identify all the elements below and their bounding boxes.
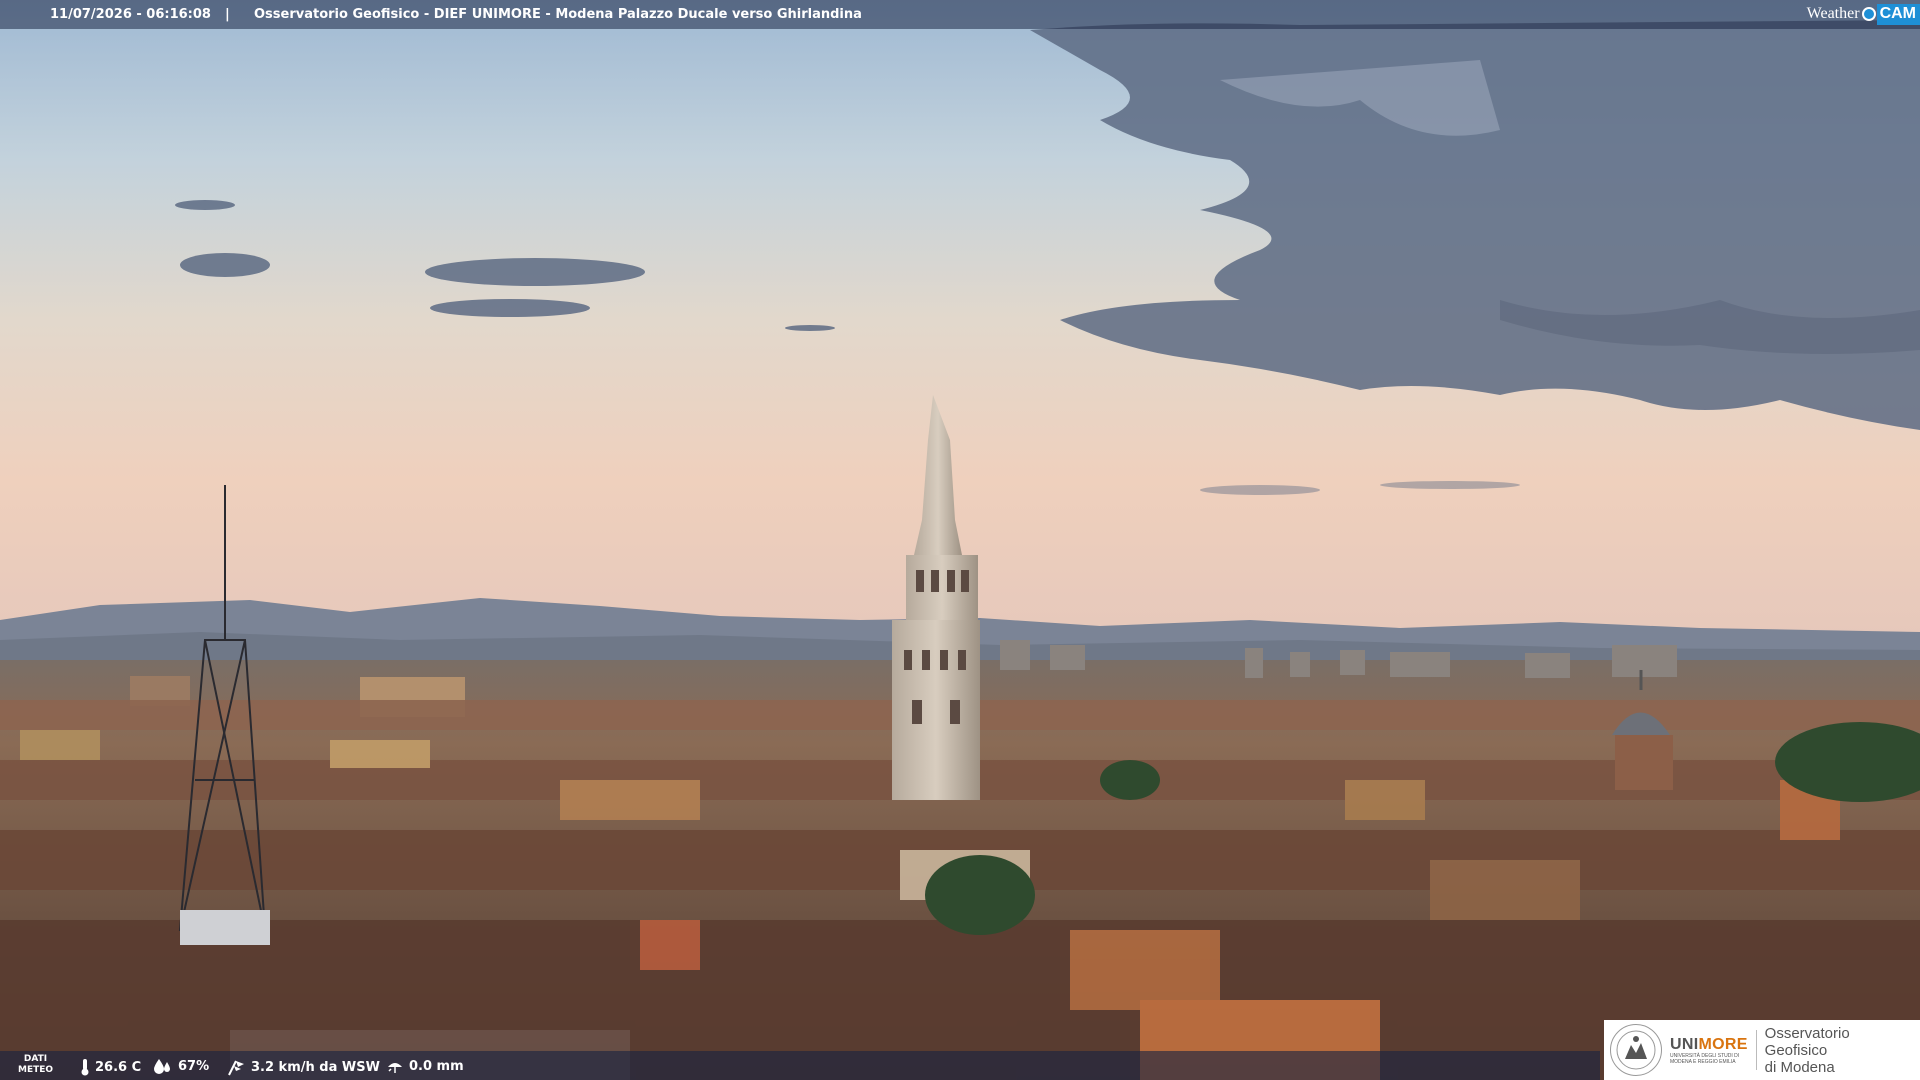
wind-reading: 3.2 km/h da WSW [226,1058,380,1076]
unimore-prefix: UNI [1670,1035,1699,1053]
meteo-overlay-bar: DATI METEO 26.6 C 67% 3.2 km/h da WSW 0.… [0,1051,1600,1080]
logo-divider [1755,1030,1757,1070]
brand-cam: CAM [1876,3,1920,25]
temperature-reading: 26.6 C [80,1058,141,1076]
title-separator: | [225,7,230,22]
top-overlay-bar: 11/07/2026 - 06:16:08 | Osservatorio Geo… [0,0,1920,29]
unimore-logo-panel: UNIMORE UNIVERSITÀ DEGLI STUDI DI MODENA… [1604,1020,1920,1080]
timestamp: 11/07/2026 - 06:16:08 [50,7,211,22]
wind-value: 3.2 km/h da WSW [251,1059,380,1075]
unimore-suffix: MORE [1698,1035,1748,1053]
camera-title: Osservatorio Geofisico - DIEF UNIMORE - … [254,7,862,22]
meteo-label-line1: DATI [23,1054,48,1064]
weathercam-logo: Weather CAM [1807,2,1920,26]
webcam-scene [0,0,1920,1080]
droplet-icon [154,1059,170,1074]
unimore-sub-2: MODENA E REGGIO EMILIA [1670,1058,1736,1065]
unimore-text: UNIMORE UNIVERSITÀ DEGLI STUDI DI MODENA… [1670,1036,1748,1065]
unimore-name: UNIMORE [1670,1036,1748,1053]
thermometer-icon [81,1059,89,1076]
brand-dot-icon [1861,7,1876,21]
rain-icon [388,1063,402,1073]
rain-value: 0.0 mm [409,1058,464,1074]
temperature-value: 26.6 C [95,1059,142,1075]
rain-reading: 0.0 mm [386,1058,464,1074]
university-seal-icon [1610,1024,1662,1076]
humidity-value: 67% [178,1058,210,1074]
observatory-line1: Osservatorio Geofisico [1764,1024,1850,1059]
brand-weather: Weather [1806,5,1860,22]
wind-icon [228,1060,244,1076]
humidity-reading: 67% [153,1058,209,1074]
meteo-label: DATI METEO [18,1054,53,1076]
meteo-label-line2: METEO [18,1065,54,1075]
observatory-line2: di Modena [1764,1058,1835,1076]
antenna-equipment [180,910,270,945]
observatory-name: Osservatorio Geofisico di Modena [1765,1025,1914,1076]
